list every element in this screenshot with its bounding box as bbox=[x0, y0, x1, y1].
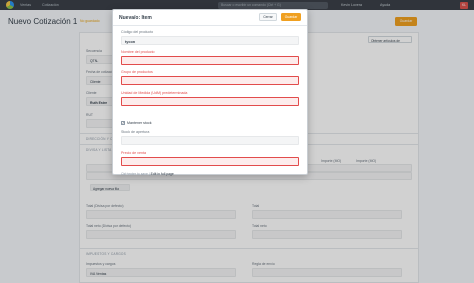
close-button[interactable]: Cerrar bbox=[259, 13, 277, 21]
item-group-label: Grupo de productos bbox=[121, 70, 153, 74]
uom-input[interactable] bbox=[121, 97, 299, 106]
maintain-stock-label[interactable]: Mantener stock bbox=[127, 121, 152, 125]
maintain-stock-checkbox[interactable]: ✓ bbox=[121, 121, 125, 125]
quick-entry-dialog: Nueva/o: Item Cerrar Guardar Código del … bbox=[112, 9, 308, 176]
edit-full-page-link[interactable]: Edit in full page bbox=[151, 172, 174, 176]
dialog-save-button[interactable]: Guardar bbox=[281, 13, 301, 21]
dialog-title: Nueva/o: Item bbox=[119, 15, 152, 21]
opening-stock-label: Stock de apertura bbox=[121, 130, 150, 134]
shortcut-hint: Ctrl+enter to save | bbox=[121, 172, 151, 176]
item-code-label: Código del producto bbox=[121, 30, 154, 34]
dialog-hint: Ctrl+enter to save | Edit in full page bbox=[121, 172, 174, 176]
uom-label: Unidad de Medida (UdM) predeterminada bbox=[121, 91, 188, 95]
opening-stock-input[interactable] bbox=[121, 136, 299, 145]
item-name-label: Nombre del producto bbox=[121, 50, 155, 54]
selling-rate-input[interactable] bbox=[121, 157, 299, 166]
dialog-header: Nueva/o: Item Cerrar Guardar bbox=[113, 10, 307, 26]
item-code-input[interactable]: tycon bbox=[121, 36, 299, 45]
item-name-input[interactable] bbox=[121, 56, 299, 65]
item-group-input[interactable] bbox=[121, 76, 299, 85]
selling-rate-label: Precio de venta bbox=[121, 151, 146, 155]
